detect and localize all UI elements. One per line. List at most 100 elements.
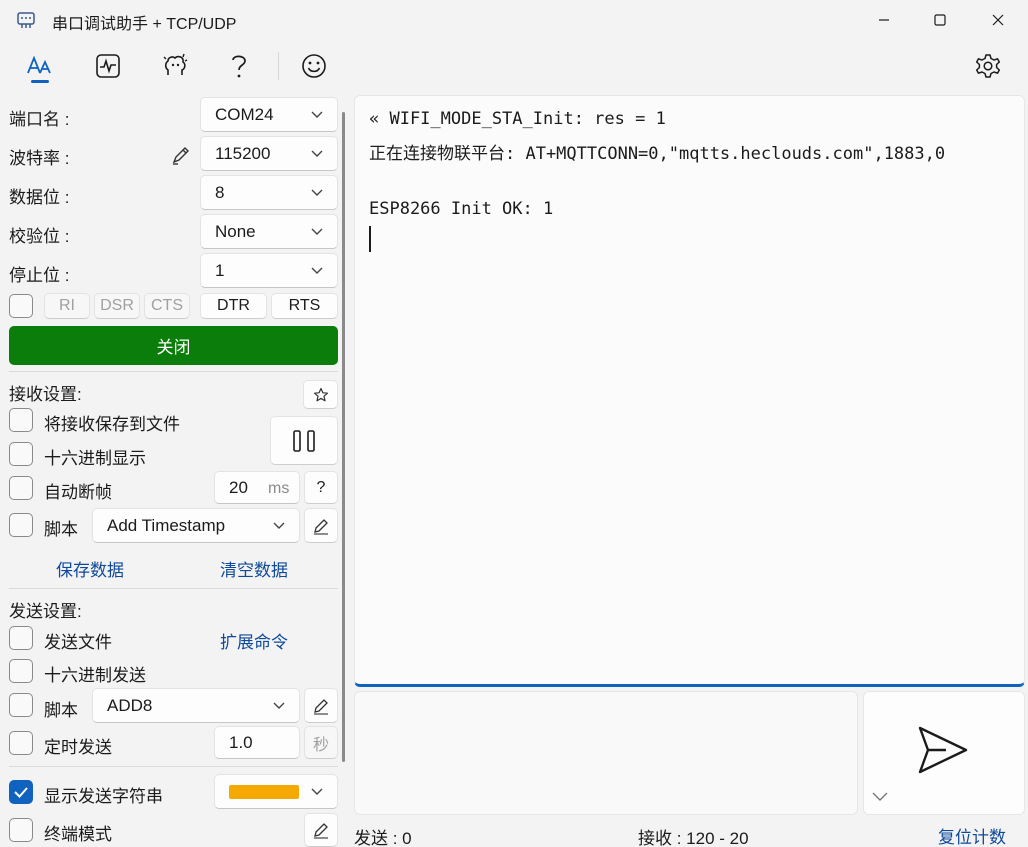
edit-terminal-button[interactable] bbox=[304, 813, 338, 847]
edit-baud-icon[interactable] bbox=[170, 144, 192, 166]
timed-send-label: 定时发送 bbox=[44, 738, 112, 757]
receive-script-select[interactable]: Add Timestamp bbox=[92, 508, 300, 543]
rts-button[interactable]: RTS bbox=[271, 293, 338, 319]
stopbits-value: 1 bbox=[215, 260, 225, 280]
send-icon bbox=[918, 726, 968, 774]
baud-select[interactable]: 115200 bbox=[200, 136, 338, 171]
settings-button[interactable] bbox=[968, 46, 1008, 86]
databits-value: 8 bbox=[215, 182, 225, 202]
chevron-down-icon bbox=[311, 228, 323, 235]
edit-icon bbox=[314, 698, 328, 715]
maximize-button[interactable] bbox=[912, 0, 968, 40]
star-icon bbox=[313, 387, 328, 401]
output-line: « WIFI_MODE_STA_Init: res = 1 bbox=[369, 109, 666, 129]
send-script-label: 脚本 bbox=[44, 701, 78, 720]
emoji-tab[interactable] bbox=[294, 46, 334, 86]
stopbits-select[interactable]: 1 bbox=[200, 253, 338, 288]
help-icon bbox=[232, 55, 246, 78]
chevron-down-icon[interactable] bbox=[872, 792, 888, 802]
send-script-checkbox[interactable] bbox=[9, 693, 33, 717]
send-settings-title: 发送设置: bbox=[9, 602, 82, 621]
cts-indicator: CTS bbox=[144, 293, 190, 319]
settings-panel: 端口名 : COM24 波特率 : 115200 数据位 : 8 校验位 : N… bbox=[0, 95, 346, 847]
close-port-button[interactable]: 关闭 bbox=[9, 326, 338, 365]
auto-frame-checkbox[interactable] bbox=[9, 476, 33, 500]
close-icon bbox=[992, 14, 1004, 26]
baud-label: 波特率 : bbox=[9, 149, 70, 168]
show-send-checkbox[interactable] bbox=[9, 780, 33, 804]
parity-select[interactable]: None bbox=[200, 214, 338, 249]
pause-button[interactable] bbox=[270, 416, 338, 465]
send-file-label: 发送文件 bbox=[44, 633, 112, 652]
timed-send-unit: 秒 bbox=[304, 726, 338, 759]
receive-settings-title: 接收设置: bbox=[9, 385, 82, 404]
port-select[interactable]: COM24 bbox=[200, 97, 338, 132]
minimize-button[interactable] bbox=[856, 0, 912, 40]
stopbits-label: 停止位 : bbox=[9, 266, 70, 285]
title-bar: 串口调试助手 + TCP/UDP bbox=[0, 0, 1028, 40]
edit-icon bbox=[314, 518, 328, 535]
window-title: 串口调试助手 + TCP/UDP bbox=[52, 16, 237, 33]
save-data-link[interactable]: 保存数据 bbox=[56, 556, 124, 581]
help-tab[interactable] bbox=[219, 46, 259, 86]
checkmark-icon bbox=[14, 787, 28, 798]
maximize-icon bbox=[934, 14, 946, 26]
receive-script-label: 脚本 bbox=[44, 520, 78, 539]
reset-count-link[interactable]: 复位计数 bbox=[938, 823, 1006, 847]
auto-frame-label: 自动断帧 bbox=[44, 483, 112, 502]
waveform-tab[interactable] bbox=[88, 46, 128, 86]
receive-script-checkbox[interactable] bbox=[9, 513, 33, 537]
brain-icon bbox=[163, 53, 188, 75]
send-file-checkbox[interactable] bbox=[9, 626, 33, 650]
timed-send-value: 1.0 bbox=[229, 732, 253, 752]
text-cursor bbox=[369, 226, 371, 252]
auto-frame-unit: ms bbox=[268, 480, 290, 497]
databits-select[interactable]: 8 bbox=[200, 175, 338, 210]
auto-frame-help-button[interactable]: ? bbox=[304, 471, 338, 504]
chevron-down-icon bbox=[273, 522, 285, 529]
port-value: COM24 bbox=[215, 104, 274, 124]
dsr-indicator: DSR bbox=[94, 293, 140, 319]
ai-tab[interactable] bbox=[155, 46, 195, 86]
chevron-down-icon bbox=[311, 189, 323, 196]
received-count: 接收 : 120 - 20 bbox=[638, 829, 749, 847]
extend-command-link[interactable]: 扩展命令 bbox=[220, 628, 288, 653]
color-swatch bbox=[229, 784, 299, 799]
send-color-select[interactable] bbox=[214, 774, 338, 809]
close-window-button[interactable] bbox=[970, 0, 1026, 40]
auto-frame-value: 20 bbox=[229, 477, 248, 497]
app-icon bbox=[16, 10, 36, 30]
settings-scrollbar[interactable] bbox=[342, 112, 345, 762]
send-input[interactable] bbox=[354, 691, 858, 815]
parity-label: 校验位 : bbox=[9, 227, 70, 246]
edit-send-script-button[interactable] bbox=[304, 688, 338, 723]
terminal-mode-label: 终端模式 bbox=[44, 825, 112, 844]
save-to-file-label: 将接收保存到文件 bbox=[44, 415, 180, 434]
activity-icon bbox=[96, 54, 120, 78]
output-line: ESP8266 Init OK: 1 bbox=[369, 199, 554, 219]
port-label: 端口名 : bbox=[9, 110, 70, 129]
databits-label: 数据位 : bbox=[9, 188, 70, 207]
send-script-select[interactable]: ADD8 bbox=[92, 688, 300, 723]
signal-checkbox[interactable] bbox=[9, 294, 33, 318]
output-line: 正在连接物联平台: AT+MQTTCONN=0,"mqtts.heclouds.… bbox=[369, 144, 946, 164]
favorite-button[interactable] bbox=[303, 380, 338, 409]
save-to-file-checkbox[interactable] bbox=[9, 408, 33, 432]
parity-value: None bbox=[215, 221, 256, 241]
font-icon bbox=[27, 55, 51, 74]
timed-send-input[interactable]: 1.0 bbox=[214, 726, 300, 759]
terminal-mode-checkbox[interactable] bbox=[9, 818, 33, 842]
section-divider bbox=[9, 371, 338, 372]
timed-send-checkbox[interactable] bbox=[9, 731, 33, 755]
chevron-down-icon bbox=[273, 702, 285, 709]
sent-count: 发送 : 0 bbox=[354, 829, 412, 847]
active-tab-indicator bbox=[31, 80, 49, 83]
dtr-button[interactable]: DTR bbox=[200, 293, 267, 319]
clear-data-link[interactable]: 清空数据 bbox=[220, 556, 288, 581]
hex-send-checkbox[interactable] bbox=[9, 659, 33, 683]
send-button[interactable] bbox=[863, 691, 1025, 815]
hex-display-checkbox[interactable] bbox=[9, 442, 33, 466]
chevron-down-icon bbox=[311, 150, 323, 157]
receive-output[interactable]: « WIFI_MODE_STA_Init: res = 1 正在连接物联平台: … bbox=[354, 95, 1025, 687]
edit-receive-script-button[interactable] bbox=[304, 508, 338, 543]
